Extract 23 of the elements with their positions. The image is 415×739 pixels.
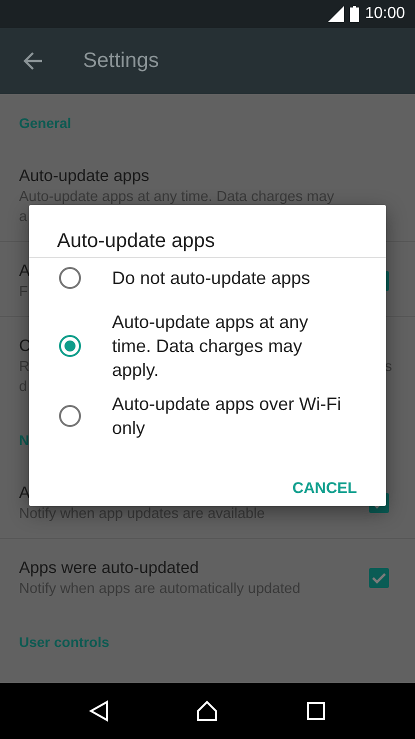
option-label[interactable]: Auto-update apps at any time. Data charges may apply. xyxy=(112,310,346,382)
recents-icon[interactable] xyxy=(304,700,327,722)
status-time: 10:00 xyxy=(364,5,405,23)
home-icon[interactable] xyxy=(196,700,218,722)
section-header: N xyxy=(19,432,30,450)
back-arrow-icon[interactable] xyxy=(23,51,43,71)
screen-title: Settings xyxy=(83,49,159,73)
radio-button[interactable] xyxy=(58,404,82,428)
setting-title: A xyxy=(19,261,30,282)
option-label[interactable]: Do not auto-update apps xyxy=(112,266,310,290)
battery-icon xyxy=(350,6,359,22)
section-header: General xyxy=(19,115,72,133)
setting-title: Apps were auto-updated xyxy=(19,558,199,579)
dialog-title: Auto-update apps xyxy=(29,205,386,258)
back-icon[interactable] xyxy=(88,700,110,722)
radio-button[interactable] xyxy=(58,334,82,358)
radio-button[interactable] xyxy=(58,266,82,290)
setting-title: Auto-update apps xyxy=(19,166,150,187)
option-label[interactable]: Auto-update apps over Wi-Fi only xyxy=(112,392,346,440)
section-header: User controls xyxy=(19,634,110,652)
signal-icon xyxy=(328,6,344,22)
setting-title: A xyxy=(19,483,30,504)
checkbox[interactable] xyxy=(369,568,389,588)
